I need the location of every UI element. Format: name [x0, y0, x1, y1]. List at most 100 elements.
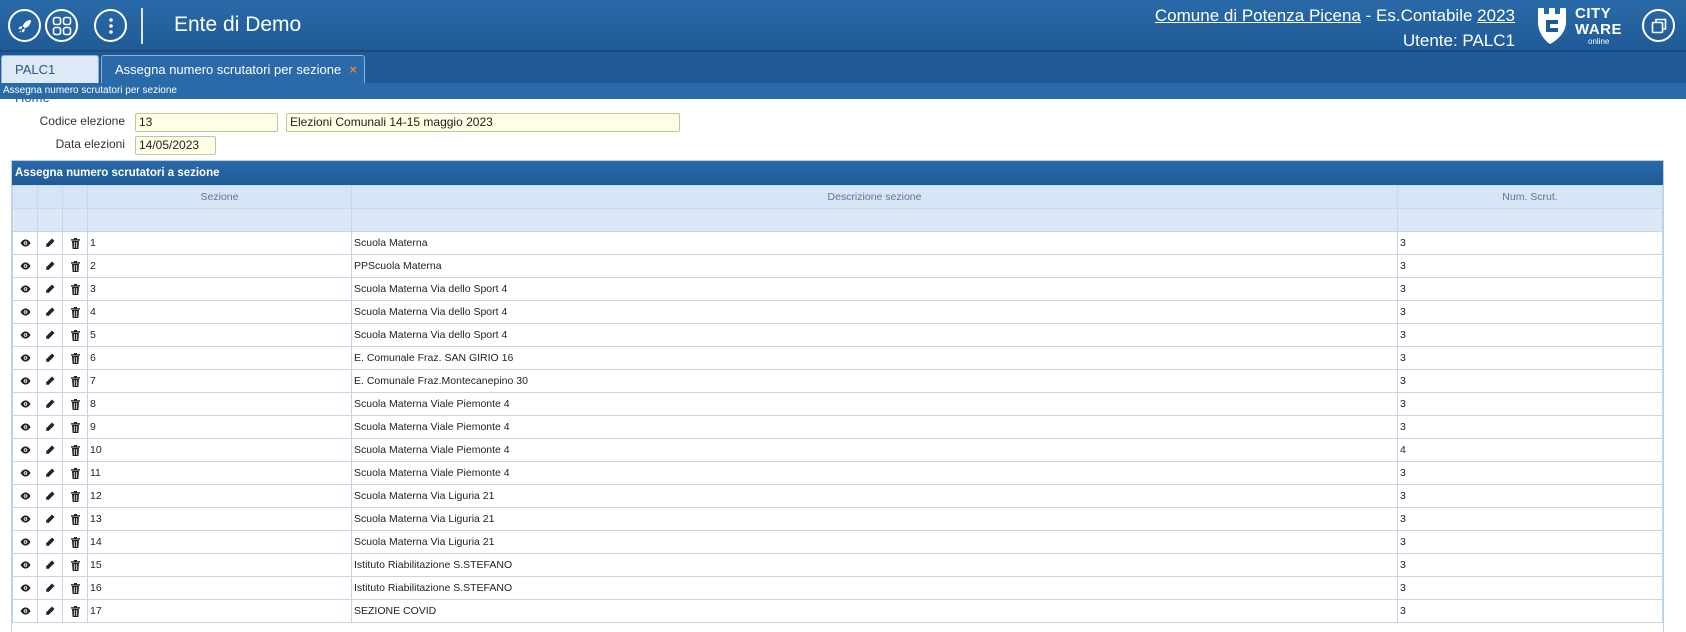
- view-row-button[interactable]: [12, 415, 38, 439]
- delete-row-button[interactable]: [62, 530, 88, 554]
- table-row[interactable]: 17 SEZIONE COVID 3: [12, 599, 1663, 623]
- table-row[interactable]: 13 Scuola Materna Via Liguria 21 3: [12, 507, 1663, 531]
- table-row[interactable]: 2 PPScuola Materna 3: [12, 254, 1663, 278]
- filter-sezione-input[interactable]: [87, 208, 352, 232]
- view-row-button[interactable]: [12, 346, 38, 370]
- view-row-button[interactable]: [12, 553, 38, 577]
- view-row-button[interactable]: [12, 484, 38, 508]
- close-tab-icon[interactable]: ×: [349, 56, 357, 84]
- table-row[interactable]: 11 Scuola Materna Viale Piemonte 4 3: [12, 461, 1663, 485]
- delete-row-button[interactable]: [62, 254, 88, 278]
- delete-row-button[interactable]: [62, 507, 88, 531]
- edit-row-button[interactable]: [37, 392, 63, 416]
- edit-row-button[interactable]: [37, 553, 63, 577]
- edit-row-button[interactable]: [37, 300, 63, 324]
- delete-row-button[interactable]: [62, 300, 88, 324]
- view-row-button[interactable]: [12, 254, 38, 278]
- rocket-button[interactable]: [8, 9, 41, 42]
- view-row-button[interactable]: [12, 369, 38, 393]
- table-row[interactable]: 4 Scuola Materna Via dello Sport 4 3: [12, 300, 1663, 324]
- more-menu-button[interactable]: [94, 9, 127, 42]
- edit-row-button[interactable]: [37, 231, 63, 255]
- delete-row-button[interactable]: [62, 599, 88, 623]
- edit-row-button[interactable]: [37, 484, 63, 508]
- cell-num-scrut: 3: [1397, 484, 1663, 508]
- cell-num-scrut: 3: [1397, 461, 1663, 485]
- view-row-button[interactable]: [12, 461, 38, 485]
- edit-row-button[interactable]: [37, 346, 63, 370]
- delete-row-button[interactable]: [62, 576, 88, 600]
- delete-row-button[interactable]: [62, 369, 88, 393]
- edit-row-button[interactable]: [37, 599, 63, 623]
- delete-row-button[interactable]: [62, 346, 88, 370]
- view-icon: [20, 492, 30, 500]
- codice-elezione-field[interactable]: 13: [135, 113, 278, 132]
- edit-row-button[interactable]: [37, 254, 63, 278]
- data-elezioni-field[interactable]: 14/05/2023: [135, 136, 216, 155]
- edit-row-button[interactable]: [37, 369, 63, 393]
- edit-row-button[interactable]: [37, 576, 63, 600]
- edit-row-button[interactable]: [37, 530, 63, 554]
- edit-icon: [46, 491, 55, 501]
- cell-descrizione: Scuola Materna Viale Piemonte 4: [351, 392, 1398, 416]
- table-row[interactable]: 5 Scuola Materna Via dello Sport 4 3: [12, 323, 1663, 347]
- edit-row-button[interactable]: [37, 415, 63, 439]
- tab-home[interactable]: PALC1 Home: [1, 55, 99, 105]
- edit-row-button[interactable]: [37, 507, 63, 531]
- table-row[interactable]: 6 E. Comunale Fraz. SAN GIRIO 16 3: [12, 346, 1663, 370]
- delete-row-button[interactable]: [62, 231, 88, 255]
- filter-num-scrut-input[interactable]: [1397, 208, 1663, 232]
- delete-row-button[interactable]: [62, 438, 88, 462]
- edit-icon: [46, 583, 55, 593]
- cell-descrizione: Istituto Riabilitazione S.STEFANO: [351, 576, 1398, 600]
- table-row[interactable]: 9 Scuola Materna Viale Piemonte 4 3: [12, 415, 1663, 439]
- view-row-button[interactable]: [12, 599, 38, 623]
- view-row-button[interactable]: [12, 300, 38, 324]
- edit-row-button[interactable]: [37, 323, 63, 347]
- edit-row-button[interactable]: [37, 461, 63, 485]
- delete-row-button[interactable]: [62, 415, 88, 439]
- view-icon: [20, 423, 30, 431]
- table-row[interactable]: 7 E. Comunale Fraz.Montecanepino 30 3: [12, 369, 1663, 393]
- delete-row-button[interactable]: [62, 461, 88, 485]
- table-row[interactable]: 3 Scuola Materna Via dello Sport 4 3: [12, 277, 1663, 301]
- cell-sezione: 4: [87, 300, 352, 324]
- delete-row-button[interactable]: [62, 277, 88, 301]
- column-header-num-scrut[interactable]: Num. Scrut.: [1397, 185, 1663, 209]
- view-row-button[interactable]: [12, 231, 38, 255]
- tab-assegna-scrutatori[interactable]: Assegna numero scrutatori per sezione ×: [101, 55, 365, 83]
- column-header-sezione[interactable]: Sezione: [87, 185, 352, 209]
- view-row-button[interactable]: [12, 323, 38, 347]
- cell-sezione: 10: [87, 438, 352, 462]
- apps-grid-button[interactable]: [45, 9, 78, 42]
- delete-row-button[interactable]: [62, 484, 88, 508]
- rocket-icon: [17, 19, 31, 33]
- view-row-button[interactable]: [12, 438, 38, 462]
- scrutatori-table: Sezione Descrizione sezione Num. Scrut.: [12, 185, 1663, 623]
- table-row[interactable]: 1 Scuola Materna 3: [12, 231, 1663, 255]
- edit-row-button[interactable]: [37, 438, 63, 462]
- delete-row-button[interactable]: [62, 323, 88, 347]
- edit-row-button[interactable]: [37, 277, 63, 301]
- column-header-descrizione[interactable]: Descrizione sezione: [351, 185, 1398, 209]
- table-row[interactable]: 15 Istituto Riabilitazione S.STEFANO 3: [12, 553, 1663, 577]
- header-info: Comune di Potenza Picena - Es.Contabile …: [1155, 3, 1515, 53]
- filter-descrizione-input[interactable]: [351, 208, 1398, 232]
- view-row-button[interactable]: [12, 507, 38, 531]
- table-row[interactable]: 12 Scuola Materna Via Liguria 21 3: [12, 484, 1663, 508]
- table-row[interactable]: 10 Scuola Materna Viale Piemonte 4 4: [12, 438, 1663, 462]
- view-row-button[interactable]: [12, 392, 38, 416]
- view-row-button[interactable]: [12, 530, 38, 554]
- table-row[interactable]: 16 Istituto Riabilitazione S.STEFANO 3: [12, 576, 1663, 600]
- fiscal-year-link[interactable]: 2023: [1477, 6, 1515, 25]
- view-row-button[interactable]: [12, 576, 38, 600]
- delete-row-button[interactable]: [62, 392, 88, 416]
- municipality-link[interactable]: Comune di Potenza Picena: [1155, 6, 1361, 25]
- descrizione-elezione-field[interactable]: Elezioni Comunali 14-15 maggio 2023: [286, 113, 680, 132]
- edit-icon: [46, 330, 55, 340]
- delete-row-button[interactable]: [62, 553, 88, 577]
- table-row[interactable]: 14 Scuola Materna Via Liguria 21 3: [12, 530, 1663, 554]
- table-row[interactable]: 8 Scuola Materna Viale Piemonte 4 3: [12, 392, 1663, 416]
- view-row-button[interactable]: [12, 277, 38, 301]
- window-button[interactable]: [1642, 9, 1675, 42]
